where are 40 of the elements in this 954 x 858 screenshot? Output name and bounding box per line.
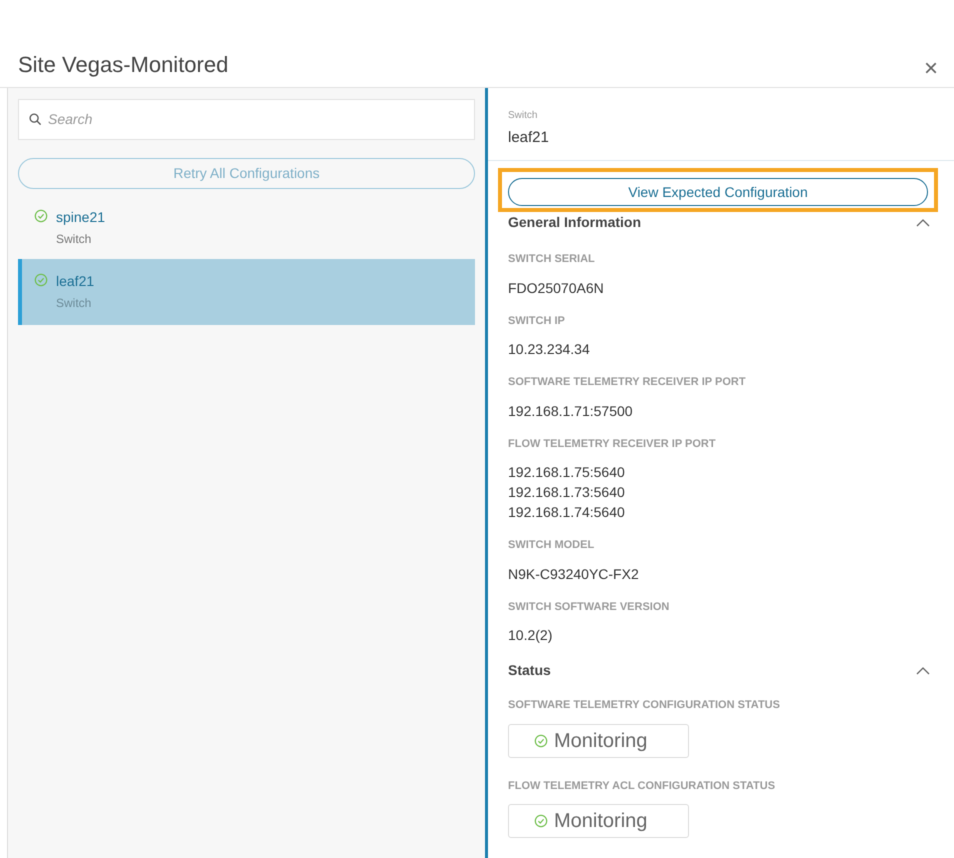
section-title: Status bbox=[508, 661, 551, 680]
device-name: spine21 bbox=[56, 208, 106, 227]
detail-name: leaf21 bbox=[508, 128, 550, 148]
search-field[interactable]: Search bbox=[18, 99, 475, 140]
field-value: 192.168.1.73:5640 bbox=[508, 483, 626, 502]
check-circle-icon bbox=[34, 273, 48, 287]
device-type: Switch bbox=[56, 231, 92, 248]
device-name: leaf21 bbox=[56, 272, 94, 291]
field-value: 192.168.1.74:5640 bbox=[508, 503, 626, 522]
field-value: FDO25070A6N bbox=[508, 278, 605, 298]
detail-type-label: Switch bbox=[508, 109, 538, 123]
field-label: SWITCH SOFTWARE VERSION bbox=[508, 600, 670, 614]
chevron-up-icon[interactable] bbox=[916, 666, 930, 674]
section-title: General Information bbox=[508, 213, 642, 232]
view-config-button[interactable]: View Expected Configuration bbox=[508, 178, 928, 206]
field-value: 192.168.1.71:57500 bbox=[508, 402, 634, 420]
window-title: Site Vegas-Monitored bbox=[18, 51, 228, 79]
field-label: SWITCH IP bbox=[508, 314, 566, 328]
field-label: SOFTWARE TELEMETRY RECEIVER IP PORT bbox=[508, 375, 747, 390]
device-list-item[interactable]: spine21 Switch bbox=[18, 195, 475, 247]
device-list-item[interactable]: leaf21 Switch bbox=[18, 259, 475, 325]
device-type: Switch bbox=[56, 295, 92, 312]
search-icon bbox=[29, 113, 42, 126]
chevron-up-icon[interactable] bbox=[916, 218, 930, 226]
close-button[interactable]: × bbox=[924, 57, 938, 81]
field-label: FLOW TELEMETRY ACL CONFIGURATION STATUS bbox=[508, 778, 776, 794]
search-input[interactable]: Search bbox=[48, 109, 464, 130]
field-value: 10.2(2) bbox=[508, 626, 554, 645]
status-text: Monitoring bbox=[554, 809, 648, 834]
status-text: Monitoring bbox=[554, 728, 648, 754]
field-value: 192.168.1.75:5640 bbox=[508, 463, 626, 482]
field-label: SWITCH MODEL bbox=[508, 538, 596, 553]
field-label: FLOW TELEMETRY RECEIVER IP PORT bbox=[508, 436, 717, 452]
check-circle-icon bbox=[534, 734, 548, 748]
field-label: SWITCH SERIAL bbox=[508, 252, 596, 267]
field-value: N9K-C93240YC-FX2 bbox=[508, 564, 640, 584]
field-value: 10.23.234.34 bbox=[508, 340, 591, 359]
check-circle-icon bbox=[34, 209, 48, 223]
check-circle-icon bbox=[534, 814, 548, 828]
field-label: SOFTWARE TELEMETRY CONFIGURATION STATUS bbox=[508, 698, 781, 713]
